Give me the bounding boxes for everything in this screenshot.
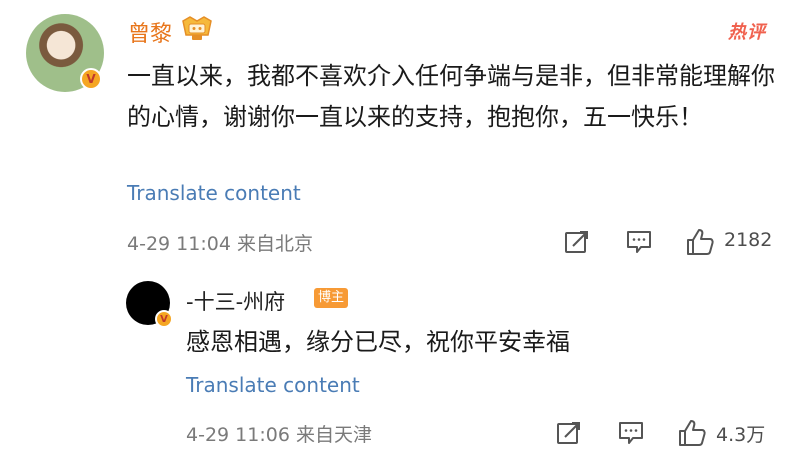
translate-link[interactable]: Translate content [127, 181, 301, 205]
comment-icon[interactable] [626, 229, 652, 255]
comment-icon[interactable] [618, 420, 644, 446]
author-badge: 博主 [314, 288, 349, 308]
verified-badge-icon: V [155, 310, 173, 328]
like-count: 4.3万 [716, 424, 766, 446]
avatar[interactable]: V [26, 14, 104, 92]
comment-meta: 4-29 11:04 来自北京 [127, 233, 313, 255]
translate-link[interactable]: Translate content [186, 373, 360, 397]
repost-icon[interactable] [564, 229, 590, 255]
like-count: 2182 [724, 229, 773, 251]
medal-icon[interactable] [180, 15, 214, 43]
reply-author[interactable]: -十三-州府 [186, 286, 285, 316]
repost-icon[interactable] [556, 420, 582, 446]
reply-meta: 4-29 11:06 来自天津 [186, 424, 372, 446]
hot-comment-label: 热评 [728, 22, 766, 43]
reply-avatar[interactable]: V [126, 281, 173, 328]
like-icon[interactable] [685, 227, 715, 257]
comment-author[interactable]: 曾黎 [128, 16, 172, 48]
comment-text: 一直以来，我都不喜欢介入任何争端与是非，但非常能理解你的心情，谢谢你一直以来的支… [127, 62, 775, 131]
reply-text: 感恩相遇，缘分已尽，祝你平安幸福 [186, 328, 570, 356]
like-icon[interactable] [677, 418, 707, 448]
verified-badge-icon: V [80, 68, 102, 90]
